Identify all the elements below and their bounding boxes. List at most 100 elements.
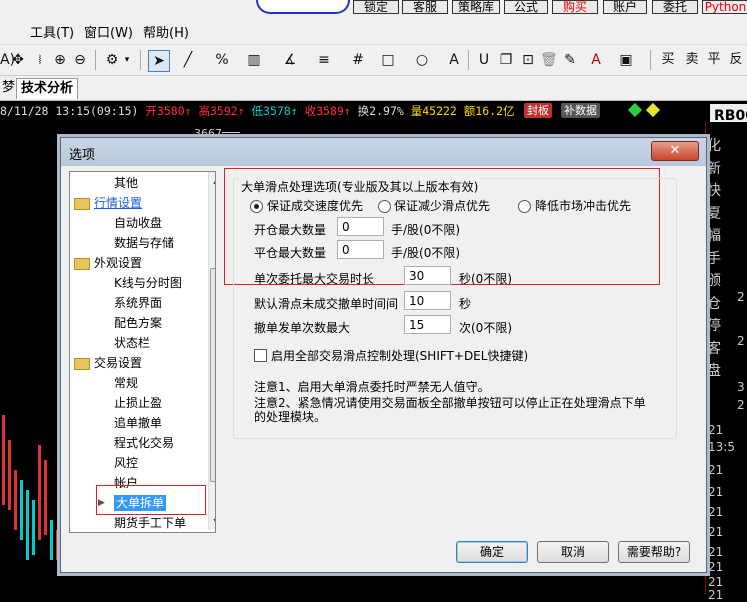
lock-button[interactable]: 锁定 [353, 0, 399, 14]
chevron-down-icon[interactable]: ▾ [122, 50, 132, 70]
tree-item[interactable]: 系统界面 [114, 293, 162, 313]
tree-item-label: 外观设置 [94, 256, 143, 270]
percent-tool-icon[interactable]: % [214, 50, 230, 70]
python-button[interactable]: Python [702, 0, 747, 14]
close-max-input[interactable]: 0 [337, 240, 384, 259]
tree-item[interactable]: 外观设置 [74, 253, 142, 273]
zoom-in-icon[interactable]: ⊕ [52, 50, 68, 70]
radio-label: 保证减少滑点优先 [394, 199, 491, 213]
tree-item-label: 自动收盘 [114, 216, 163, 230]
formula-button[interactable]: 公式 [504, 0, 548, 14]
tree-item[interactable]: 其他 [114, 173, 138, 193]
help-button[interactable]: 需要帮助? [618, 541, 690, 563]
candlestick-icon[interactable]: ⧘ [32, 50, 48, 70]
tree-item[interactable]: 交易设置 [74, 353, 142, 373]
open-max-input[interactable]: 0 [337, 217, 384, 236]
tree-item[interactable]: 状态栏 [114, 333, 150, 353]
tree-item[interactable]: 期货手工下单 [114, 513, 186, 532]
tree-item-label: 行情设置 [94, 196, 143, 210]
cursor-icon[interactable]: ➤ [148, 50, 170, 72]
pen-icon[interactable]: ✎ [562, 50, 578, 70]
hash-tool-icon[interactable]: # [350, 50, 366, 70]
close-max-label: 平仓最大数量 [254, 246, 327, 260]
refill-data-badge[interactable]: 补数据 [561, 103, 600, 118]
enable-slippage-checkbox[interactable] [254, 349, 267, 362]
tree-item-label: 系统界面 [114, 296, 163, 310]
right-panel-label: 夏 [707, 205, 721, 222]
tab-technical-analysis[interactable]: 技术分析 [16, 78, 79, 99]
radio-speed-priority[interactable] [250, 200, 263, 213]
reverse-icon[interactable]: 反 [728, 50, 744, 70]
zoom-out-icon[interactable]: ⊖ [72, 50, 88, 70]
delete-icon[interactable]: 🗑 [540, 50, 558, 70]
tree-item[interactable]: K线与分时图 [114, 273, 182, 293]
tree-item-label: 其他 [114, 176, 139, 190]
magnet-icon[interactable]: U [476, 50, 492, 70]
rectangle-tool-icon[interactable]: □ [380, 50, 396, 70]
right-panel-number: 2 [737, 334, 745, 348]
cancel-button[interactable]: 取消 [537, 541, 609, 563]
gear-icon[interactable]: ⚙ [104, 50, 120, 70]
font-color-icon[interactable]: A [588, 50, 604, 70]
move-icon[interactable]: ✥ [10, 50, 26, 70]
buy-button[interactable]: 购买 [552, 0, 598, 14]
tree-item[interactable]: 常规 [114, 373, 138, 393]
tree-item[interactable]: 行情设置 [74, 193, 142, 213]
quote-turnover: 换2.97% [357, 104, 404, 118]
tree-item-label: 配色方案 [114, 316, 163, 330]
order-button[interactable]: 委托 [652, 0, 698, 14]
right-panel-label: 幅 [707, 228, 721, 244]
order-time-input[interactable]: 30 [404, 266, 451, 285]
angle-tool-icon[interactable]: ∡ [282, 50, 298, 70]
tree-item[interactable]: 数据与存储 [114, 233, 174, 253]
open-max-label: 开仓最大数量 [254, 223, 327, 237]
right-panel-label: 新 [707, 160, 721, 177]
max-cancel-input[interactable]: 15 [404, 315, 451, 334]
right-panel-label: 停 [707, 318, 721, 334]
right-panel-number: 13:5 [708, 440, 735, 454]
tree-item[interactable]: 程式化交易 [114, 433, 174, 453]
cancel-interval-input[interactable]: 10 [404, 291, 451, 310]
text-tool-icon[interactable]: A [446, 50, 462, 70]
tree-item[interactable]: 自动收盘 [114, 213, 162, 233]
line-tool-icon[interactable]: ╱ [180, 50, 196, 70]
tree-scrollbar[interactable]: ▲ ▼ [208, 172, 215, 530]
scroll-up-icon[interactable]: ▲ [210, 173, 215, 188]
tree-item[interactable]: 止损止盈 [114, 393, 162, 413]
copy-icon[interactable]: ❐ [498, 50, 514, 70]
tree-item-label: 常规 [114, 376, 139, 390]
lock-icon[interactable]: ⊡ [520, 50, 536, 70]
service-button[interactable]: 客服 [402, 0, 448, 14]
quote-low: 低3578↑ [251, 104, 298, 118]
parallel-tool-icon[interactable]: ≡ [316, 50, 332, 70]
buy-quick-icon[interactable]: 买 [660, 50, 676, 70]
close-button[interactable]: ✕ [651, 141, 699, 161]
radio-market-impact-priority[interactable] [518, 200, 531, 213]
radio-slippage-priority[interactable] [378, 200, 391, 213]
account-button[interactable]: 账户 [603, 0, 647, 14]
scroll-down-icon[interactable]: ▼ [210, 514, 215, 529]
grid-tool-icon[interactable]: ▥ [246, 50, 262, 70]
sell-quick-icon[interactable]: 卖 [684, 50, 700, 70]
menu-help[interactable]: 帮助(H) [143, 22, 189, 41]
right-panel-number: 3 [737, 380, 745, 394]
right-panel-label: 快 [707, 183, 721, 199]
ellipse-tool-icon[interactable]: ○ [414, 50, 430, 70]
tree-item-label: 止损止盈 [114, 396, 163, 410]
menu-window[interactable]: 窗口(W) [84, 22, 133, 41]
tree-item[interactable]: 配色方案 [114, 313, 162, 333]
tree-item[interactable]: 风控 [114, 453, 138, 473]
right-panel-number: 21 [708, 423, 724, 437]
save-icon[interactable]: ▣ [618, 50, 634, 70]
menu-tools[interactable]: 工具(T) [30, 22, 74, 41]
cancel-interval-label: 默认滑点未成交撤单时间间 [254, 297, 399, 311]
close-position-icon[interactable]: 平 [706, 50, 722, 70]
ok-button[interactable]: 确定 [456, 541, 528, 563]
quote-open: 开3580↑ [145, 104, 192, 118]
options-tree: 其他行情设置自动收盘数据与存储外观设置 K线与分时图系统界面配色方案状态栏 交易设置… [69, 171, 216, 533]
quote-volume: 量45222 [410, 104, 457, 118]
strategy-lib-button[interactable]: 策略库 [452, 0, 500, 14]
tree-item[interactable]: 追单撤单 [114, 413, 162, 433]
dialog-titlebar[interactable]: 选项 ✕ [61, 138, 706, 166]
scroll-thumb[interactable] [210, 268, 215, 482]
